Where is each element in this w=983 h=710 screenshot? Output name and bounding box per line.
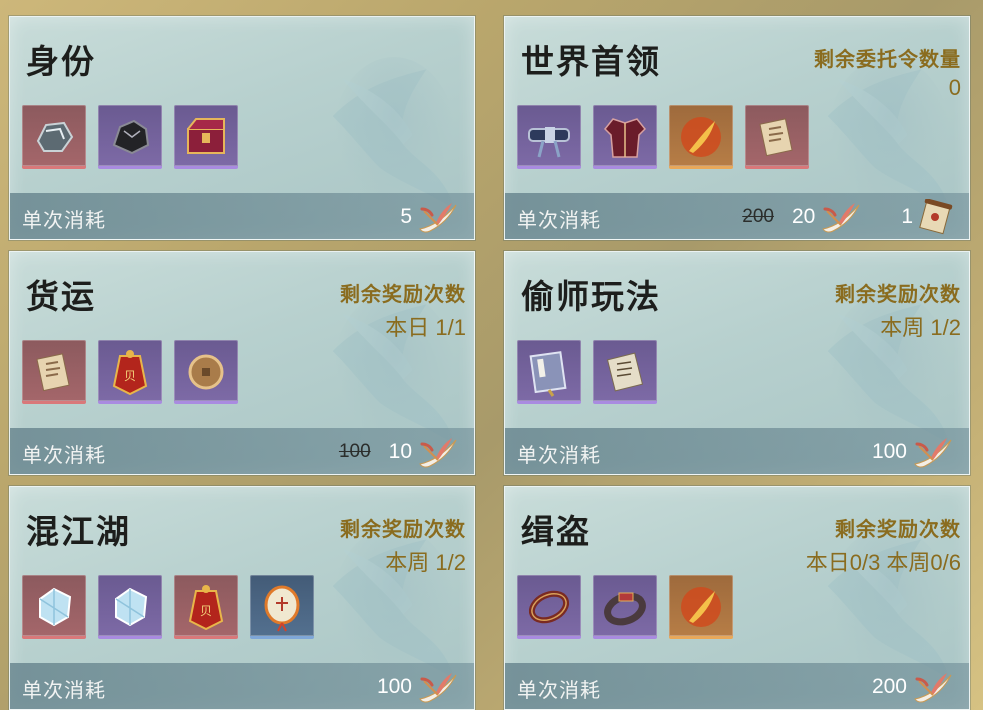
cost-value: 100 — [871, 440, 907, 463]
single-cost-label: 单次消耗 — [22, 210, 106, 232]
card-title: 货运 — [26, 277, 96, 316]
card-apprentice[interactable]: 偷师玩法 剩余奖励次数 本周 1/2 单次消耗 100 — [504, 251, 970, 475]
cost-display: 200 20 1 — [742, 199, 955, 235]
remaining-label: 剩余奖励次数 — [835, 284, 961, 306]
cost-display: 100 — [377, 669, 460, 705]
card-title: 世界首领 — [521, 42, 661, 81]
token-cost: 1 — [901, 199, 955, 235]
card-identity[interactable]: 身份 单次消耗 5 — [9, 16, 475, 240]
cost-footer: 单次消耗 200 — [505, 663, 969, 709]
chest-item-icon[interactable] — [174, 105, 238, 169]
remaining-value: 0 — [948, 75, 961, 100]
bracelet-item-icon[interactable] — [517, 575, 581, 639]
card-jianghu[interactable]: 混江湖 剩余奖励次数 本周 1/2 贝 单次消耗 100 — [9, 486, 475, 710]
single-cost-label: 单次消耗 — [517, 210, 601, 232]
svg-text:贝: 贝 — [200, 604, 212, 618]
feather-currency-icon — [911, 669, 955, 705]
dark-ore-item-icon[interactable] — [98, 105, 162, 169]
ice-crystal-item-icon[interactable] — [98, 575, 162, 639]
remaining-label: 剩余奖励次数 — [340, 519, 466, 541]
remaining-label: 剩余奖励次数 — [835, 519, 961, 541]
token-count: 1 — [901, 205, 913, 228]
ice-crystal-item-icon[interactable] — [22, 575, 86, 639]
flame-feather-item-icon[interactable] — [669, 575, 733, 639]
remaining-value: 本周 1/2 — [880, 315, 961, 340]
red-pouch-item-icon[interactable]: 贝 — [174, 575, 238, 639]
paper-item-icon[interactable] — [745, 105, 809, 169]
cost-value: 200 — [871, 675, 907, 698]
cost-value: 10 — [388, 440, 412, 463]
cost-footer: 单次消耗 100 — [505, 428, 969, 474]
card-world-boss[interactable]: 世界首领 剩余委托令数量 0 单次消耗 200 20 1 — [504, 16, 970, 240]
robe-item-icon[interactable] — [593, 105, 657, 169]
bracer-item-icon[interactable] — [593, 575, 657, 639]
flame-feather-item-icon[interactable] — [669, 105, 733, 169]
book-item-icon[interactable] — [517, 340, 581, 404]
card-title: 缉盗 — [521, 512, 591, 551]
amulet-item-icon[interactable] — [250, 575, 314, 639]
svg-text:贝: 贝 — [124, 369, 136, 383]
single-cost-label: 单次消耗 — [517, 680, 601, 702]
cost-display: 100 — [872, 434, 955, 470]
reward-items — [517, 105, 809, 169]
card-title: 身份 — [26, 42, 96, 81]
coin-item-icon[interactable] — [174, 340, 238, 404]
remaining-value: 本日0/3 本周0/6 — [805, 550, 961, 575]
remaining-label: 剩余奖励次数 — [340, 284, 466, 306]
single-cost-label: 单次消耗 — [22, 445, 106, 467]
paper-item-icon[interactable] — [22, 340, 86, 404]
card-title: 偷师玩法 — [521, 277, 661, 316]
feather-currency-icon — [416, 434, 460, 470]
cost-value: 20 — [791, 205, 816, 228]
cost-footer: 单次消耗 200 20 1 — [505, 193, 969, 239]
cost-display: 200 — [872, 669, 955, 705]
manual-item-icon[interactable] — [593, 340, 657, 404]
card-freight[interactable]: 货运 剩余奖励次数 本日 1/1 贝 单次消耗 100 10 — [9, 251, 475, 475]
red-pouch-item-icon[interactable]: 贝 — [98, 340, 162, 404]
original-cost: 100 — [338, 441, 371, 462]
remaining-label: 剩余委托令数量 — [814, 49, 961, 71]
belt-item-icon[interactable] — [517, 105, 581, 169]
scroll-token-icon — [919, 199, 953, 235]
reward-items — [517, 340, 657, 404]
cost-footer: 单次消耗 100 10 — [10, 428, 474, 474]
reward-items: 贝 — [22, 575, 314, 639]
cost-value: 100 — [376, 675, 412, 698]
remaining-value: 本日 1/1 — [385, 315, 466, 340]
card-bandit-hunt[interactable]: 缉盗 剩余奖励次数 本日0/3 本周0/6 单次消耗 200 — [504, 486, 970, 710]
cost-display: 5 — [400, 199, 460, 235]
cost-footer: 单次消耗 5 — [10, 193, 474, 239]
feather-currency-icon — [416, 199, 460, 235]
remaining-value: 本周 1/2 — [385, 550, 466, 575]
feather-currency-icon — [911, 434, 955, 470]
reward-items — [22, 105, 238, 169]
feather-currency-icon — [819, 199, 863, 235]
card-title: 混江湖 — [26, 512, 131, 551]
single-cost-label: 单次消耗 — [517, 445, 601, 467]
cost-display: 100 10 — [339, 434, 460, 470]
ore-item-icon[interactable] — [22, 105, 86, 169]
original-cost: 200 — [742, 206, 774, 227]
reward-items: 贝 — [22, 340, 238, 404]
feather-currency-icon — [416, 669, 460, 705]
cost-footer: 单次消耗 100 — [10, 663, 474, 709]
reward-items — [517, 575, 733, 639]
single-cost-label: 单次消耗 — [22, 680, 106, 702]
cost-value: 5 — [400, 205, 412, 228]
